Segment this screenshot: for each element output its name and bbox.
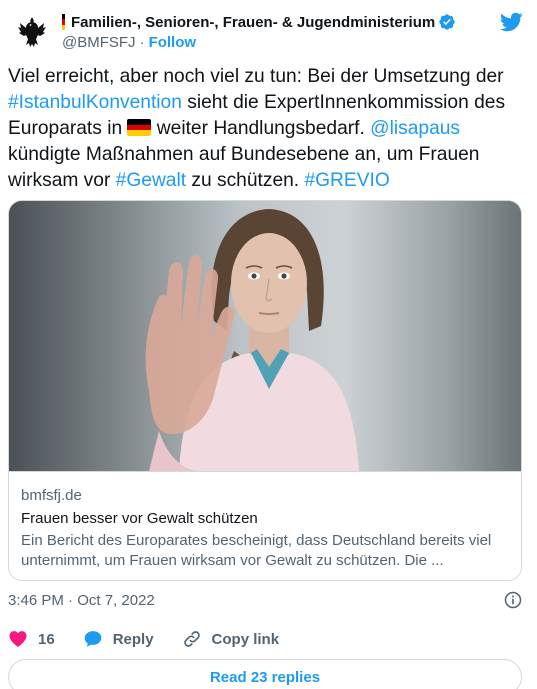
tweet-text-part: Viel erreicht, aber noch viel zu tun: Be… [8,66,504,87]
card-domain: bmfsfj.de [21,487,82,504]
tweet-text-part: zu schützen. [186,170,305,191]
like-count: 16 [38,630,55,648]
read-replies-button[interactable]: Read 23 replies [8,659,522,689]
verified-badge-icon [439,14,455,30]
reply-label: Reply [112,630,154,648]
account-info: Familien-, Senioren-, Frauen- & Jugendmi… [62,12,456,51]
tweet-text-part: weiter Handlungsbedarf. [151,118,371,139]
read-replies-label: Read 23 replies [209,668,321,686]
eagle-crest-icon [18,17,46,47]
mention-lisapaus[interactable]: @lisapaus [370,118,460,139]
germany-flag-bar [62,14,65,30]
link-icon [183,631,200,647]
card-meta: bmfsfj.de Frauen besser vor Gewalt schüt… [9,471,521,571]
separator-dot: · [139,34,145,51]
hashtag-istanbulkonvention[interactable]: #IstanbulKonvention [8,92,182,113]
heart-icon [9,631,27,647]
link-preview-card[interactable]: bmfsfj.de Frauen besser vor Gewalt schüt… [8,200,522,581]
hashtag-gewalt[interactable]: #Gewalt [116,170,186,191]
twitter-bird-icon[interactable] [499,10,523,34]
germany-flag-emoji [127,119,152,136]
reply-bubble-icon [84,631,102,647]
card-description: Ein Bericht des Europarates bescheinigt,… [21,532,492,569]
tweet-timestamp[interactable]: 3:46 PM · Oct 7, 2022 [8,592,155,609]
card-image [9,201,521,471]
account-handle[interactable]: @BMFSFJ [62,34,136,51]
woman-stop-gesture-photo [9,201,521,471]
card-title: Frauen besser vor Gewalt schützen [21,510,258,527]
follow-button[interactable]: Follow [149,34,197,51]
tweet-header: Familien-, Senioren-, Frauen- & Jugendmi… [12,8,527,54]
tweet-actions: 16 Reply Copy link [8,624,523,654]
info-icon[interactable] [503,590,523,610]
timestamp-row: 3:46 PM · Oct 7, 2022 [8,590,523,610]
tweet-text: Viel erreicht, aber noch viel zu tun: Be… [8,64,523,194]
like-button[interactable]: 16 [8,629,55,649]
account-avatar[interactable] [12,12,52,52]
display-name[interactable]: Familien-, Senioren-, Frauen- & Jugendmi… [71,14,435,31]
reply-button[interactable]: Reply [83,629,154,649]
copy-link-label: Copy link [211,630,280,648]
hashtag-grevio[interactable]: #GREVIO [304,170,389,191]
copy-link-button[interactable]: Copy link [182,629,280,649]
